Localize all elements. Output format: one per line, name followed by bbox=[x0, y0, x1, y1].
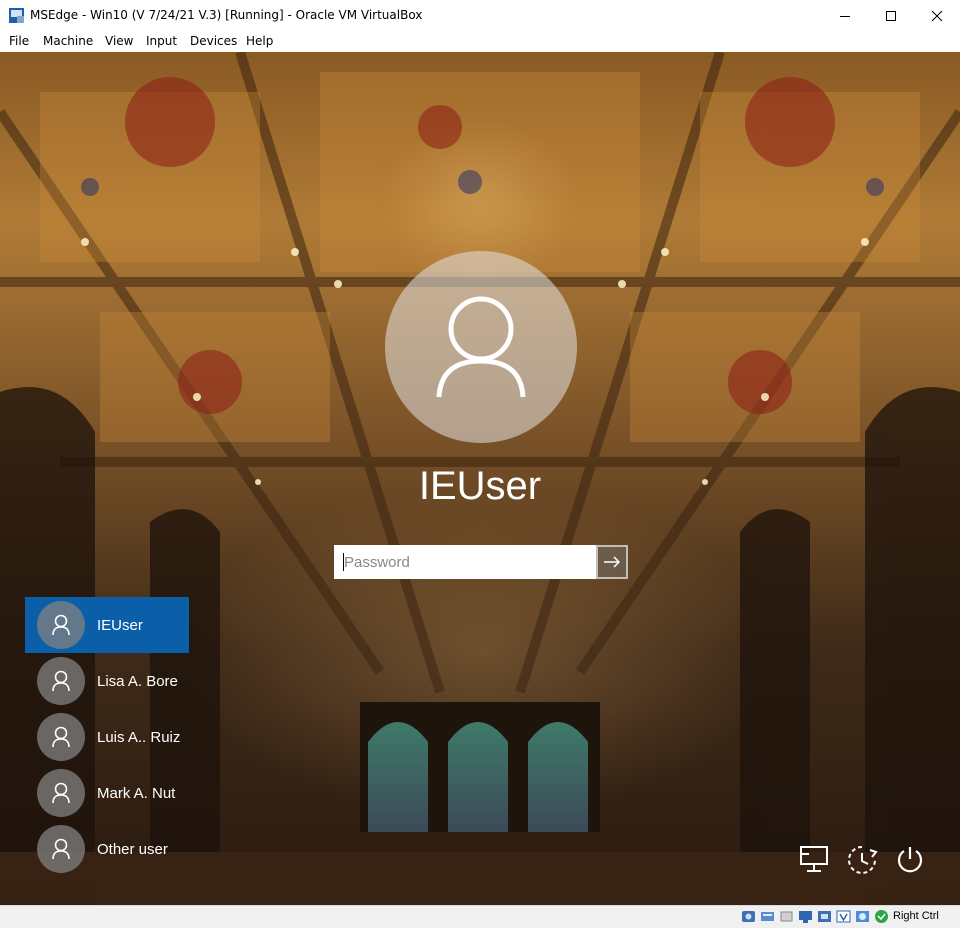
close-icon bbox=[931, 10, 943, 21]
close-button[interactable] bbox=[914, 0, 960, 31]
menu-input[interactable]: Input bbox=[146, 34, 177, 48]
display-icon[interactable] bbox=[855, 909, 870, 924]
user-icon bbox=[52, 614, 70, 636]
power-icon bbox=[897, 847, 923, 873]
menu-machine[interactable]: Machine bbox=[43, 34, 93, 48]
host-key-label: Right Ctrl bbox=[893, 910, 939, 922]
user-tile-lisa[interactable]: Lisa A. Bore bbox=[25, 653, 189, 709]
user-list: IEUser Lisa A. Bore Luis A.. Ruiz Mark A… bbox=[25, 597, 189, 877]
title-bar: MSEdge - Win10 (V 7/24/21 V.3) [Running]… bbox=[0, 0, 960, 31]
user-avatar bbox=[37, 713, 85, 761]
menu-view[interactable]: View bbox=[105, 34, 133, 48]
menu-devices[interactable]: Devices bbox=[190, 34, 237, 48]
user-icon bbox=[52, 782, 70, 804]
password-box bbox=[334, 545, 628, 579]
usb-icon[interactable] bbox=[817, 909, 832, 924]
menu-help[interactable]: Help bbox=[246, 34, 273, 48]
shared-folders-icon[interactable] bbox=[836, 909, 851, 924]
guest-screen[interactable]: IEUser IEUser Lisa A. Bore Luis A.. Ruiz… bbox=[0, 52, 960, 905]
user-avatar bbox=[37, 825, 85, 873]
maximize-button[interactable] bbox=[868, 0, 914, 31]
vm-status-bar: Right Ctrl bbox=[0, 905, 960, 928]
user-tile-label: Other user bbox=[97, 840, 168, 858]
capture-icon[interactable] bbox=[874, 909, 889, 924]
arrow-right-icon bbox=[604, 556, 621, 568]
virtualbox-app-icon bbox=[9, 8, 24, 23]
selected-username: IEUser bbox=[418, 464, 542, 508]
ease-of-access-button[interactable] bbox=[844, 842, 880, 878]
audio-icon[interactable] bbox=[779, 909, 794, 924]
user-silhouette-icon bbox=[436, 296, 526, 398]
minimize-button[interactable] bbox=[822, 0, 868, 31]
optical-drive-icon[interactable] bbox=[760, 909, 775, 924]
user-tile-label: Mark A. Nut bbox=[97, 784, 176, 802]
menu-file[interactable]: File bbox=[9, 34, 29, 48]
window-title: MSEdge - Win10 (V 7/24/21 V.3) [Running]… bbox=[30, 8, 423, 22]
network-adapter-icon[interactable] bbox=[798, 909, 813, 924]
network-button[interactable] bbox=[797, 842, 833, 878]
maximize-icon bbox=[886, 10, 896, 21]
text-caret bbox=[343, 553, 344, 571]
user-icon bbox=[52, 838, 70, 860]
menu-bar: File Machine View Input Devices Help bbox=[0, 31, 960, 52]
user-avatar bbox=[37, 769, 85, 817]
password-input[interactable] bbox=[334, 545, 596, 579]
minimize-icon bbox=[840, 15, 850, 17]
network-icon bbox=[800, 846, 828, 872]
user-tile-mark[interactable]: Mark A. Nut bbox=[25, 765, 189, 821]
user-icon bbox=[52, 670, 70, 692]
ease-of-access-icon bbox=[848, 846, 878, 874]
user-tile-label: IEUser bbox=[97, 616, 143, 634]
user-tile-luis[interactable]: Luis A.. Ruiz bbox=[25, 709, 189, 765]
user-avatar bbox=[37, 601, 85, 649]
user-tile-label: Lisa A. Bore bbox=[97, 672, 178, 690]
user-tile-label: Luis A.. Ruiz bbox=[97, 728, 181, 746]
selected-user-avatar bbox=[385, 251, 577, 443]
user-tile-other[interactable]: Other user bbox=[25, 821, 189, 877]
user-avatar bbox=[37, 657, 85, 705]
power-button[interactable] bbox=[892, 842, 928, 878]
hard-disk-icon[interactable] bbox=[741, 909, 756, 924]
user-tile-ieuser[interactable]: IEUser bbox=[25, 597, 189, 653]
user-icon bbox=[52, 726, 70, 748]
submit-password-button[interactable] bbox=[596, 545, 628, 579]
